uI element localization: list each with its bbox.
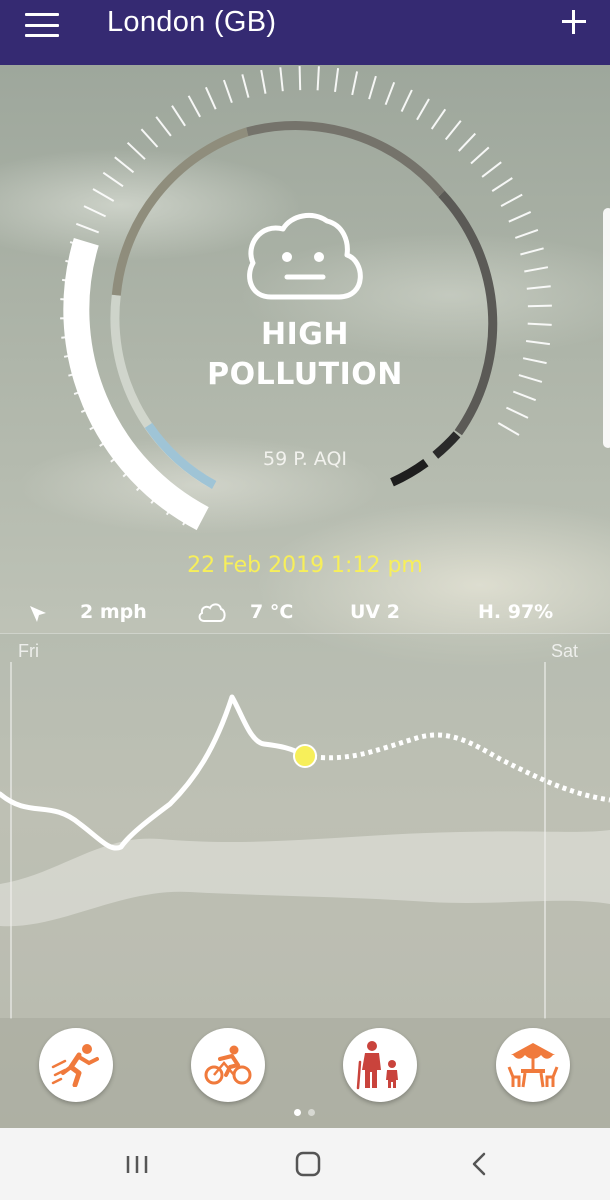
- gauge-arc-segment: [438, 190, 498, 436]
- gauge-arc-segment: [432, 431, 461, 459]
- gauge-tick: [102, 171, 124, 188]
- gauge-tick: [416, 98, 430, 121]
- status-line-1: HIGH: [260, 317, 349, 352]
- gauge-tick: [351, 71, 359, 96]
- gauge-tick: [525, 340, 551, 346]
- gauge-tick: [518, 374, 543, 383]
- gauge-tick: [458, 132, 477, 152]
- gauge-tick: [204, 86, 217, 110]
- measurement-datetime: 22 Feb 2019 1:12 pm: [187, 553, 423, 578]
- system-navigation-bar: [0, 1128, 610, 1200]
- forecast-line: [304, 732, 610, 803]
- gauge-tick: [514, 228, 539, 239]
- gauge-tick: [444, 120, 462, 141]
- recent-apps-icon: [126, 1156, 148, 1173]
- gauge-tick: [384, 81, 396, 106]
- gauge-tick: [298, 66, 302, 91]
- cyclist-icon: [204, 1045, 252, 1085]
- elderly-and-child-icon: [356, 1041, 398, 1090]
- city-title[interactable]: London (GB): [107, 6, 276, 39]
- activity-bar: [0, 1018, 610, 1128]
- gauge-tick: [527, 322, 552, 326]
- gauge-tick: [114, 156, 135, 174]
- outdoor-table-umbrella-icon: [507, 1043, 559, 1088]
- home-button[interactable]: [288, 1148, 328, 1180]
- forecast-chart[interactable]: Fri Sat: [0, 633, 610, 1019]
- aqi-value: 59 P. AQI: [262, 448, 347, 470]
- gauge-tick: [400, 89, 413, 113]
- gauge-tick: [316, 66, 320, 91]
- gauge-tick: [512, 390, 537, 402]
- hamburger-menu-icon[interactable]: [25, 13, 59, 37]
- gauge-tick: [497, 422, 520, 436]
- gauge-tick: [155, 116, 172, 137]
- scroll-handle[interactable]: [603, 208, 610, 448]
- running-person-icon: [51, 1044, 99, 1087]
- home-icon: [295, 1151, 321, 1177]
- gauge-tick: [470, 146, 490, 165]
- wind-speed: 2 mph: [80, 601, 147, 623]
- recent-apps-button[interactable]: [118, 1148, 158, 1180]
- gauge-tick: [527, 304, 552, 308]
- cloud-icon: [198, 603, 226, 622]
- back-button[interactable]: [460, 1148, 500, 1180]
- forecast-chart-graphic: [0, 662, 610, 1019]
- gauge-arc-segment: [246, 121, 445, 197]
- conditions-row: 2 mph 7 °C UV 2 H. 97%: [0, 595, 610, 633]
- neutral-cloud-face-icon: [247, 212, 363, 300]
- gauge-tick: [92, 188, 115, 202]
- gauge-tick: [279, 67, 284, 92]
- day-label-start: Fri: [18, 641, 39, 661]
- page-dot[interactable]: [308, 1109, 315, 1116]
- app-header: London (GB): [0, 0, 610, 65]
- outdoor-dining-activity-button[interactable]: [496, 1028, 570, 1102]
- gauge-tick: [522, 357, 547, 365]
- gauge-tick: [430, 108, 447, 130]
- gauge-tick: [222, 79, 233, 104]
- gauge-tick: [491, 177, 513, 192]
- back-icon: [472, 1152, 486, 1176]
- gauge-tick: [508, 210, 532, 223]
- gauge-arc-segment: [111, 127, 249, 296]
- gauge-tick: [75, 222, 100, 234]
- gauge-tick: [505, 406, 529, 419]
- forecast-band: [0, 830, 610, 927]
- add-location-button[interactable]: [560, 8, 588, 36]
- elderly-child-activity-button[interactable]: [343, 1028, 417, 1102]
- humidity: H. 97%: [478, 601, 554, 623]
- gauge-tick: [171, 105, 186, 127]
- gauge-tick: [368, 75, 377, 100]
- gauge-tick: [126, 141, 146, 160]
- gauge-tick: [500, 193, 523, 207]
- gauge-tick: [526, 285, 551, 290]
- wind-direction-arrow-icon: [30, 606, 46, 622]
- pollution-status: HIGH POLLUTION: [150, 315, 460, 395]
- running-activity-button[interactable]: [39, 1028, 113, 1102]
- gauge-tick: [83, 205, 107, 218]
- gauge-tick: [140, 128, 159, 148]
- status-line-2: POLLUTION: [207, 357, 403, 392]
- history-line: [0, 694, 308, 851]
- gauge-tick: [334, 67, 340, 93]
- temperature: 7 °C: [250, 601, 294, 623]
- page-dot-active[interactable]: [294, 1109, 301, 1116]
- gauge-tick: [481, 161, 502, 178]
- current-time-marker[interactable]: [293, 744, 317, 768]
- day-label-end: Sat: [551, 641, 579, 661]
- uv-index: UV 2: [350, 601, 400, 623]
- gauge-tick: [187, 95, 201, 118]
- gauge-tick: [241, 74, 250, 98]
- gauge-tick: [260, 69, 267, 94]
- gauge-tick: [524, 266, 549, 273]
- cycling-activity-button[interactable]: [191, 1028, 265, 1102]
- gauge-tick: [520, 247, 544, 256]
